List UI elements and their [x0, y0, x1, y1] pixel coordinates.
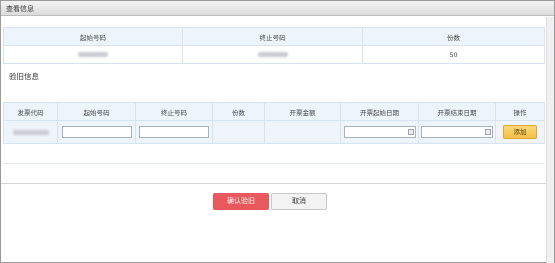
footer-divider [1, 183, 554, 184]
verify-header-row: 发票代码 起始号码 终止号码 份数 开票金额 开票起始日期 开票结束日期 操作 [3, 102, 545, 121]
summary-end-value [182, 45, 363, 64]
date-end-cell [418, 120, 496, 144]
verify-table: 发票代码 起始号码 终止号码 份数 开票金额 开票起始日期 开票结束日期 操作 [3, 102, 545, 144]
redacted-end-number [257, 52, 288, 57]
summary-value-row: 50 [3, 45, 545, 64]
header-count: 份数 [212, 102, 265, 121]
date-start-picker[interactable] [343, 126, 416, 138]
section-title: 验旧信息 [9, 72, 39, 81]
header-date-end: 开票结束日期 [418, 102, 496, 121]
redacted-invoice-code [12, 129, 49, 135]
calendar-icon[interactable] [485, 129, 491, 135]
date-start-cell [340, 120, 419, 144]
end-number-cell [135, 120, 213, 144]
vertical-scrollbar[interactable] [546, 17, 554, 263]
amount-cell [264, 120, 341, 144]
dialog-title: 查看信息 [6, 5, 34, 13]
cancel-button[interactable]: 取消 [271, 193, 327, 210]
content-divider [3, 163, 544, 164]
dialog-titlebar[interactable]: 查看信息 [1, 1, 554, 16]
add-button[interactable]: 添加 [503, 125, 537, 139]
summary-table: 起始号码 终止号码 份数 50 [3, 27, 545, 64]
table-row: 添加 [3, 120, 545, 144]
header-invoice-code: 发票代码 [3, 102, 58, 121]
date-end-picker[interactable] [421, 126, 493, 138]
start-number-cell [57, 120, 136, 144]
end-number-input[interactable] [139, 126, 209, 138]
header-action: 操作 [495, 102, 545, 121]
redacted-start-number [78, 52, 108, 57]
summary-count-value: 50 [362, 45, 545, 64]
summary-header-start: 起始号码 [3, 27, 183, 46]
count-cell [212, 120, 265, 144]
header-start-number: 起始号码 [57, 102, 136, 121]
calendar-icon[interactable] [407, 129, 414, 135]
summary-header-count: 份数 [362, 27, 545, 46]
summary-header-row: 起始号码 终止号码 份数 [3, 27, 545, 46]
confirm-verify-button[interactable]: 确认验旧 [213, 193, 269, 210]
header-amount: 开票金额 [264, 102, 341, 121]
summary-header-end: 终止号码 [182, 27, 363, 46]
action-cell: 添加 [495, 120, 545, 144]
summary-start-value [3, 45, 183, 64]
header-end-number: 终止号码 [135, 102, 213, 121]
invoice-code-cell [3, 120, 58, 144]
header-date-start: 开票起始日期 [340, 102, 419, 121]
date-start-input[interactable] [343, 126, 416, 138]
start-number-input[interactable] [61, 126, 132, 138]
date-end-input[interactable] [421, 126, 493, 138]
view-info-dialog: 查看信息 起始号码 终止号码 份数 50 验旧信息 发票代码 起始号码 终止号码… [0, 0, 555, 263]
